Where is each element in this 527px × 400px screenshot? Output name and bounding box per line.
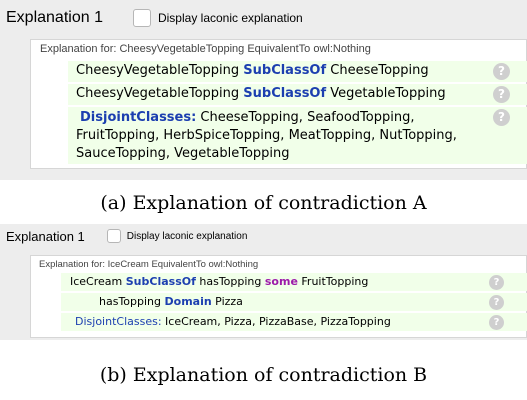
keyword-subclassof: SubClassOf	[243, 86, 327, 101]
axiom-text: hasTopping Domain Pizza	[99, 295, 243, 308]
axiom-text: DisjointClasses: CheeseTopping, SeafoodT…	[76, 110, 457, 161]
help-icon[interactable]: ?	[493, 109, 510, 126]
help-icon[interactable]: ?	[489, 275, 504, 290]
figure-caption-a: (a) Explanation of contradiction A	[100, 192, 427, 214]
axiom-text: CheesyVegetableTopping SubClassOf Vegeta…	[76, 86, 446, 101]
explanation-for-text: Explanation for: CheesyVegetableTopping …	[40, 43, 371, 55]
panel-header: Explanation 1 Display laconic explanatio…	[6, 226, 247, 246]
axiom-row[interactable]: IceCream SubClassOf hasTopping some Frui…	[61, 273, 527, 291]
laconic-checkbox-label[interactable]: Display laconic explanation	[158, 11, 303, 25]
figure-caption-b: (b) Explanation of contradiction B	[99, 364, 428, 386]
axiom-row[interactable]: CheesyVegetableTopping SubClassOf Cheese…	[68, 61, 527, 82]
keyword-subclassof: SubClassOf	[243, 63, 327, 78]
laconic-checkbox-label[interactable]: Display laconic explanation	[127, 231, 248, 242]
keyword-disjointclasses: DisjointClasses:	[80, 110, 197, 125]
laconic-checkbox[interactable]	[106, 229, 121, 243]
axiom-text: IceCream SubClassOf hasTopping some Frui…	[70, 275, 369, 288]
panel-title: Explanation 1	[6, 9, 103, 26]
axiom-row[interactable]: CheesyVegetableTopping SubClassOf Vegeta…	[68, 84, 527, 105]
axiom-text: DisjointClasses: IceCream, Pizza, PizzaB…	[75, 315, 391, 328]
help-icon[interactable]: ?	[489, 315, 504, 330]
help-icon[interactable]: ?	[493, 86, 510, 103]
keyword-domain: Domain	[164, 295, 212, 308]
panel-title: Explanation 1	[6, 228, 85, 244]
laconic-checkbox[interactable]	[132, 9, 151, 27]
keyword-subclassof: SubClassOf	[125, 275, 196, 288]
explanation-panel-b: Explanation 1 Display laconic explanatio…	[0, 224, 527, 340]
help-icon[interactable]: ?	[489, 295, 504, 310]
explanation-for-text: Explanation for: IceCream EquivalentTo o…	[39, 259, 259, 270]
axiom-row[interactable]: DisjointClasses: IceCream, Pizza, PizzaB…	[61, 313, 527, 331]
explanation-panel-a: Explanation 1 Display laconic explanatio…	[0, 0, 527, 180]
keyword-disjointclasses: DisjointClasses:	[75, 315, 162, 328]
explanation-box: Explanation for: IceCream EquivalentTo o…	[30, 255, 527, 338]
keyword-some: some	[264, 275, 298, 288]
axiom-text: CheesyVegetableTopping SubClassOf Cheese…	[76, 63, 429, 78]
panel-header: Explanation 1 Display laconic explanatio…	[6, 6, 303, 30]
axiom-row[interactable]: DisjointClasses: CheeseTopping, SeafoodT…	[68, 107, 527, 164]
axiom-row[interactable]: hasTopping Domain Pizza ?	[61, 293, 527, 311]
help-icon[interactable]: ?	[493, 63, 510, 80]
explanation-box: Explanation for: CheesyVegetableTopping …	[30, 39, 527, 169]
